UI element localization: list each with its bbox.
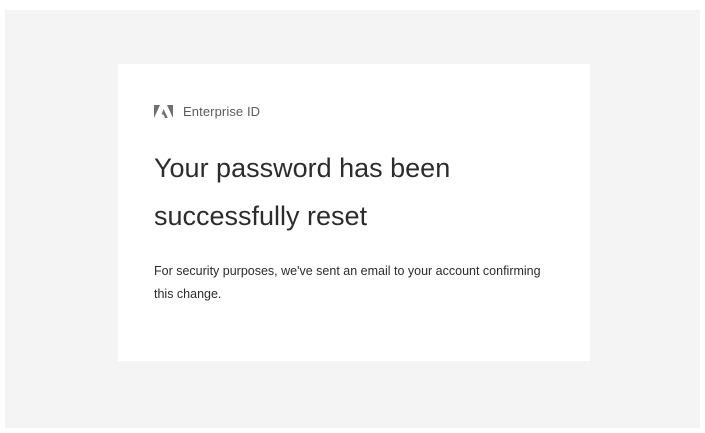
- page-title: Your password has been successfully rese…: [154, 153, 451, 231]
- adobe-logo-icon: [154, 104, 173, 118]
- confirmation-message: For security purposes, we've sent an ema…: [154, 264, 541, 301]
- brand-name: Enterprise ID: [183, 103, 261, 119]
- brand-header: Enterprise ID: [154, 102, 260, 120]
- confirmation-card: Enterprise ID Your password has been suc…: [118, 64, 590, 361]
- page-background: Enterprise ID Your password has been suc…: [5, 10, 700, 428]
